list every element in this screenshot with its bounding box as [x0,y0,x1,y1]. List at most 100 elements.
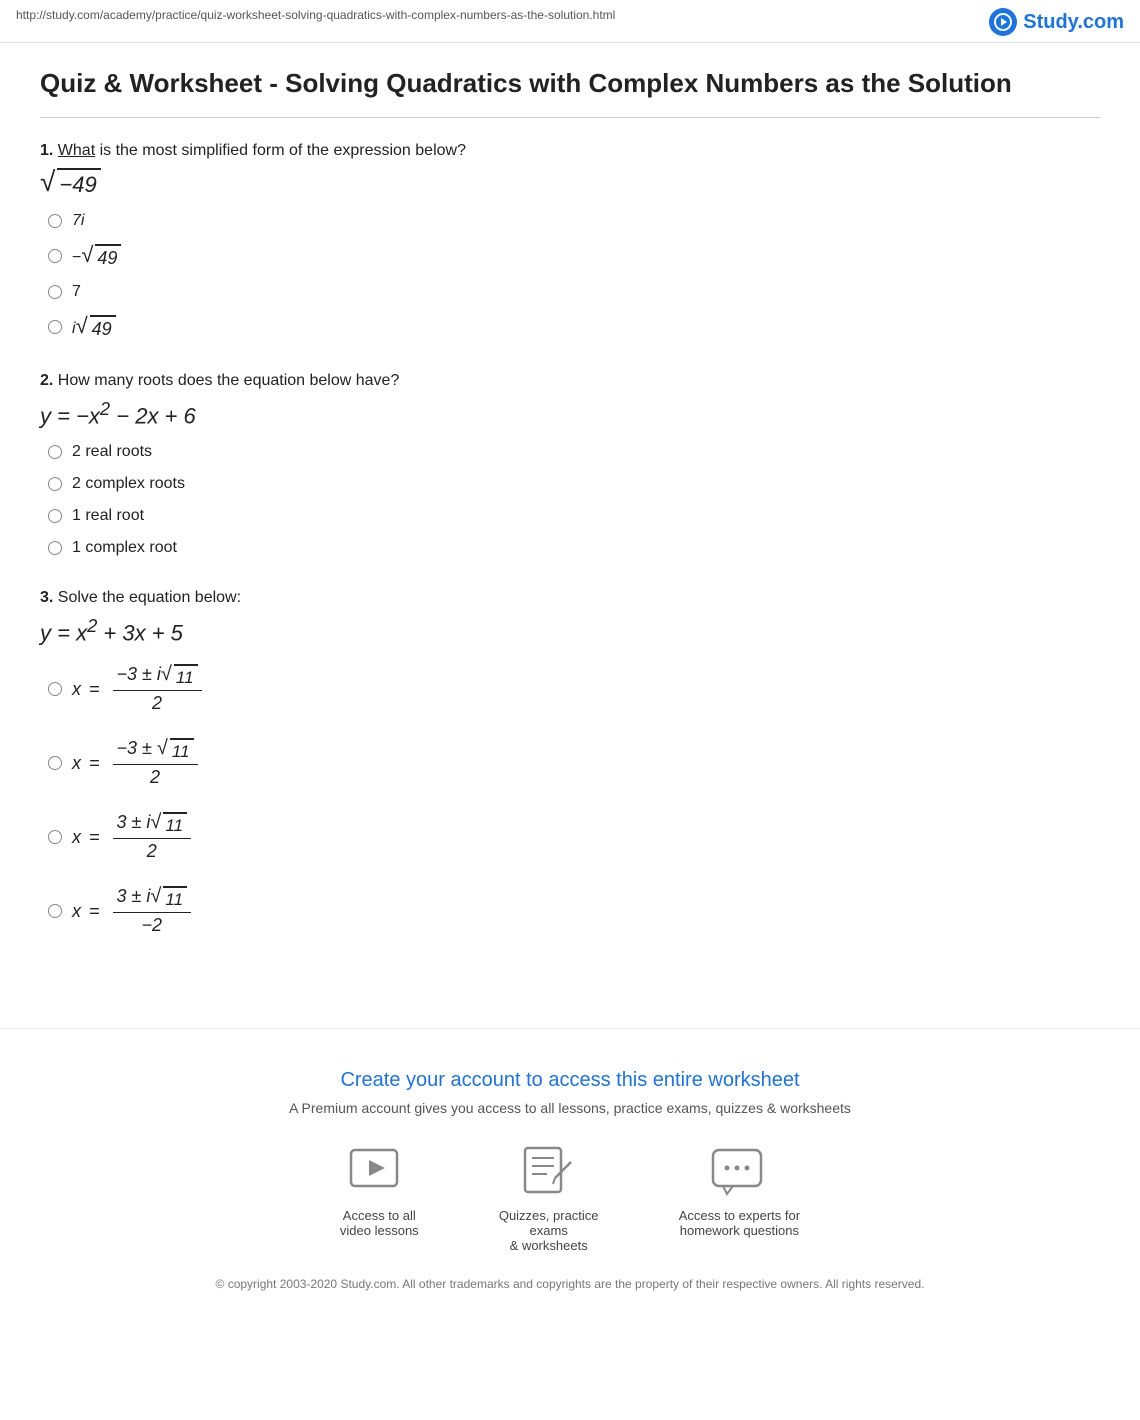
q2-radio-3[interactable] [48,509,62,523]
q1-option-1[interactable]: 7i [48,212,1100,230]
q1-option-2[interactable]: − √ 49 [48,244,1100,269]
q3-option-2[interactable]: x = −3 ± √11 2 [48,738,1100,788]
frac-3: 3 ± i√11 2 [113,812,192,862]
question-3: 3. Solve the equation below: y = x2 + 3x… [40,589,1100,936]
q3-options: x = −3 ± i√11 2 x = −3 ± √11 [48,664,1100,936]
frac-3-den: 2 [143,839,161,862]
q1-option-2-label: − √ 49 [72,244,121,269]
q2-options: 2 real roots 2 complex roots 1 real root… [48,443,1100,557]
cta-title: Create your account to access this entir… [20,1069,1120,1092]
q2-radio-4[interactable] [48,541,62,555]
q3-prompt: Solve the equation below: [58,589,241,606]
logo-text: Study.com [1023,11,1124,34]
feature-quiz-icon-box [519,1144,579,1200]
frac-1-num: −3 ± i√11 [113,664,202,691]
footer-copy: © copyright 2003-2020 Study.com. All oth… [20,1277,1120,1291]
q1-option-3[interactable]: 7 [48,283,1100,301]
study-logo-icon [989,8,1017,36]
q1-option-4[interactable]: i √ 49 [48,315,1100,340]
sqrt49-wrap2: √ 49 [76,315,116,340]
logo-study: Study [1023,11,1077,33]
feature-quiz-label: Quizzes, practice exams& worksheets [479,1208,619,1253]
sqrt-neg49: √ −49 [40,168,101,198]
q1-radio-4[interactable] [48,320,62,334]
q3-option-2-label: x = −3 ± √11 2 [72,738,198,788]
q2-prompt: How many roots does the equation below h… [58,372,400,389]
q3-option-4[interactable]: x = 3 ± i√11 −2 [48,886,1100,936]
q1-options: 7i − √ 49 7 i √ 4 [48,212,1100,340]
feature-video: Access to allvideo lessons [340,1144,419,1253]
q2-option-2-label: 2 complex roots [72,475,185,493]
q3-radio-3[interactable] [48,830,62,844]
frac-2-den: 2 [146,765,164,788]
feature-experts-label: Access to experts forhomework questions [679,1208,800,1238]
frac-2: −3 ± √11 2 [113,738,198,788]
radical-content-2: 49 [95,244,121,269]
logo-dot-com: .com [1077,11,1124,33]
radical-symbol: √ [40,168,55,196]
url-display: http://study.com/academy/practice/quiz-w… [16,8,615,22]
title-divider [40,117,1100,118]
q2-option-2[interactable]: 2 complex roots [48,475,1100,493]
q1-radio-1[interactable] [48,214,62,228]
q1-radio-2[interactable] [48,249,62,263]
q3-radio-2[interactable] [48,756,62,770]
q3-option-3[interactable]: x = 3 ± i√11 2 [48,812,1100,862]
sqrt49-wrap: √ 49 [81,244,121,269]
feature-quiz: Quizzes, practice exams& worksheets [479,1144,619,1253]
question-1: 1. What is the most simplified form of t… [40,142,1100,340]
q1-radio-3[interactable] [48,285,62,299]
cta-section: Create your account to access this entir… [0,1028,1140,1311]
q3-radio-1[interactable] [48,682,62,696]
q2-expression: y = −x2 − 2x + 6 [40,398,1100,429]
frac-4-den: −2 [138,913,167,936]
radical-symbol-2: √ [81,244,93,266]
q3-option-1[interactable]: x = −3 ± i√11 2 [48,664,1100,714]
question-1-label: 1. What is the most simplified form of t… [40,142,1100,160]
q2-radio-2[interactable] [48,477,62,491]
q2-option-4[interactable]: 1 complex root [48,539,1100,557]
q2-option-1[interactable]: 2 real roots [48,443,1100,461]
q2-number: 2. [40,372,53,389]
q3-option-3-label: x = 3 ± i√11 2 [72,812,191,862]
logo-area: Study.com [989,8,1124,36]
feature-experts-icon-box [709,1144,769,1200]
frac-2-num: −3 ± √11 [113,738,198,765]
q3-option-4-label: x = 3 ± i√11 −2 [72,886,191,936]
radical-content: −49 [57,168,100,198]
question-2: 2. How many roots does the equation belo… [40,372,1100,557]
feature-experts: Access to experts forhomework questions [679,1144,800,1253]
q1-number: 1. [40,142,53,159]
q2-option-1-label: 2 real roots [72,443,152,461]
q2-radio-1[interactable] [48,445,62,459]
frac-3-num: 3 ± i√11 [113,812,192,839]
cta-subtitle: A Premium account gives you access to al… [20,1100,1120,1116]
frac-4: 3 ± i√11 −2 [113,886,192,936]
feature-video-label: Access to allvideo lessons [340,1208,419,1238]
q1-option-4-label: i √ 49 [72,315,116,340]
q3-expression: y = x2 + 3x + 5 [40,615,1100,646]
q2-option-3[interactable]: 1 real root [48,507,1100,525]
q2-option-4-label: 1 complex root [72,539,177,557]
main-content: Quiz & Worksheet - Solving Quadratics wi… [0,43,1140,1008]
q2-option-3-label: 1 real root [72,507,144,525]
chat-icon [709,1146,769,1198]
q1-expression: √ −49 [40,168,1100,198]
radical-content-3: 49 [90,315,116,340]
frac-4-num: 3 ± i√11 [113,886,192,913]
q3-radio-4[interactable] [48,904,62,918]
question-2-label: 2. How many roots does the equation belo… [40,372,1100,390]
radical-symbol-3: √ [76,315,88,337]
q3-option-1-label: x = −3 ± i√11 2 [72,664,202,714]
feature-video-icon-box [349,1144,409,1200]
top-bar: http://study.com/academy/practice/quiz-w… [0,0,1140,43]
q3-number: 3. [40,589,53,606]
quiz-icon [519,1146,579,1198]
q1-option-3-label: 7 [72,283,81,301]
q1-option-1-label: 7i [72,212,84,230]
q1-prompt-rest: is the most simplified form of the expre… [95,142,466,159]
frac-1-den: 2 [148,691,166,714]
question-3-label: 3. Solve the equation below: [40,589,1100,607]
q1-underline: What [58,142,95,159]
page-title: Quiz & Worksheet - Solving Quadratics wi… [40,67,1100,101]
